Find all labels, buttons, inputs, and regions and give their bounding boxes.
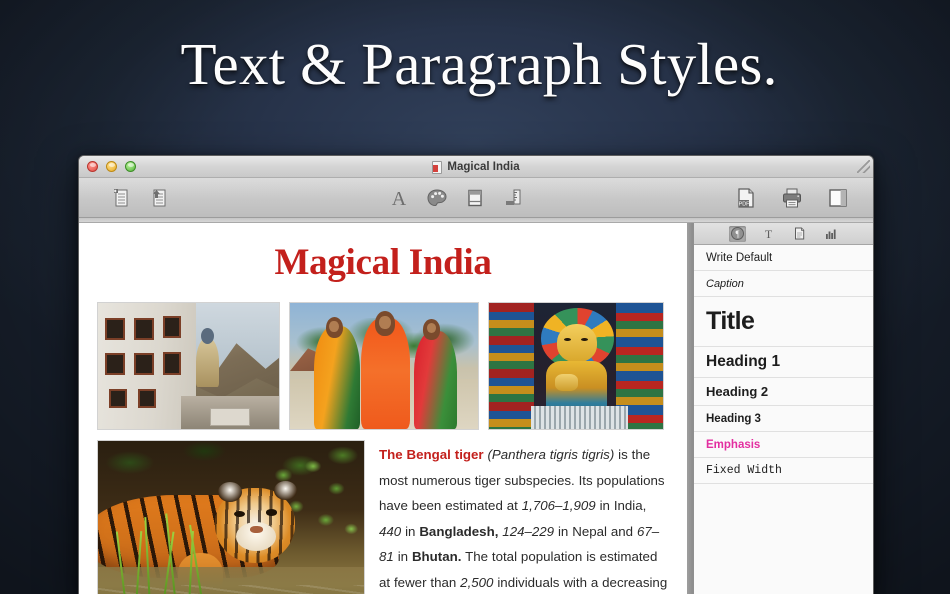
style-emphasis[interactable]: Emphasis xyxy=(694,432,873,458)
print-button[interactable] xyxy=(779,185,805,211)
resize-handle-icon[interactable] xyxy=(857,160,870,173)
tab-text[interactable]: T xyxy=(760,226,777,242)
minimize-button[interactable] xyxy=(106,161,117,172)
text-run: (Panthera tigris tigris) xyxy=(487,447,615,462)
svg-text:PDF: PDF xyxy=(739,201,750,207)
text-run: in Nepal and xyxy=(554,523,637,539)
text-run: The Bengal tiger xyxy=(379,447,484,462)
text-run: in xyxy=(393,549,412,564)
document-title: Magical India xyxy=(274,242,492,283)
style-fixed-width[interactable]: Fixed Width xyxy=(694,458,873,484)
styles-inspector-panel: ¶ T Write Default Caption Title Heading … xyxy=(693,223,873,594)
style-heading-3[interactable]: Heading 3 xyxy=(694,406,873,432)
inspector-button[interactable] xyxy=(462,185,488,211)
document-scroll-edge[interactable] xyxy=(687,223,693,594)
new-document-button[interactable] xyxy=(107,185,133,211)
tab-paragraph[interactable]: ¶ xyxy=(728,225,746,242)
text-run: in India, xyxy=(595,498,647,513)
window-controls xyxy=(87,161,136,172)
paragraph-style-list[interactable]: Write Default Caption Title Heading 1 Headin… xyxy=(694,245,873,594)
zoom-button[interactable] xyxy=(125,161,136,172)
style-heading-2[interactable]: Heading 2 xyxy=(694,378,873,406)
text-run: Bangladesh, xyxy=(419,523,499,539)
document-file-icon xyxy=(432,160,443,174)
text-run: Bhutan. xyxy=(411,549,462,564)
text-run: 440 xyxy=(379,523,402,539)
window-titlebar: Magical India xyxy=(79,156,873,178)
toolbar-right-group: PDF xyxy=(733,185,851,211)
svg-text:T: T xyxy=(764,227,772,240)
document-canvas[interactable]: Magical India The Bengal tiger (Panthera… xyxy=(79,223,693,594)
window-title: Magical India xyxy=(447,161,520,173)
text-run: 2,500 xyxy=(460,574,494,590)
toolbar-center-group: A xyxy=(386,185,526,211)
tab-statistics[interactable] xyxy=(822,226,839,242)
style-label: Emphasis xyxy=(706,438,761,451)
open-document-button[interactable] xyxy=(145,185,171,211)
ruler-button[interactable] xyxy=(500,185,526,211)
photo-monastery[interactable] xyxy=(97,302,280,430)
window-title-group: Magical India xyxy=(79,156,873,178)
document-page[interactable]: Magical India The Bengal tiger (Panthera… xyxy=(79,223,688,594)
window-content: Magical India The Bengal tiger (Panthera… xyxy=(79,223,873,594)
document-lower-row: The Bengal tiger (Panthera tigris tigris… xyxy=(97,440,669,594)
photo-women-saris[interactable] xyxy=(289,302,479,430)
style-caption[interactable]: Caption xyxy=(694,271,873,297)
style-heading-1[interactable]: Heading 1 xyxy=(694,347,873,378)
toggle-sidebar-button[interactable] xyxy=(825,185,851,211)
photo-strip xyxy=(97,302,669,430)
text-run: in xyxy=(401,523,420,539)
style-label: Title xyxy=(706,307,755,335)
document-body-text[interactable]: The Bengal tiger (Panthera tigris tigris… xyxy=(379,440,669,594)
style-label: Caption xyxy=(706,277,744,290)
toolbar-left-group xyxy=(107,185,171,211)
style-label: Heading 1 xyxy=(706,353,781,370)
colors-button[interactable] xyxy=(424,185,450,211)
style-title[interactable]: Title xyxy=(694,297,873,347)
svg-text:A: A xyxy=(392,188,407,209)
style-label: Heading 3 xyxy=(706,412,761,425)
style-label: Fixed Width xyxy=(706,464,782,477)
svg-text:¶: ¶ xyxy=(735,229,739,239)
tab-document[interactable] xyxy=(791,226,808,242)
window-toolbar: A PDF xyxy=(79,178,873,218)
inspector-tab-bar: ¶ T xyxy=(694,223,873,245)
text-run: 1,706–1,909 xyxy=(521,498,596,513)
style-label: Heading 2 xyxy=(706,384,769,399)
photo-golden-buddha[interactable] xyxy=(488,302,664,430)
export-pdf-button[interactable]: PDF xyxy=(733,185,759,211)
style-write-default[interactable]: Write Default xyxy=(694,245,873,271)
app-window: Magical India A PDF Magical India The Be… xyxy=(78,155,874,594)
close-button[interactable] xyxy=(87,161,98,172)
photo-bengal-tiger[interactable] xyxy=(97,440,365,594)
text-run: 124–229 xyxy=(502,523,555,539)
fonts-button[interactable]: A xyxy=(386,185,412,211)
page-headline: Text & Paragraph Styles. xyxy=(180,31,778,97)
style-label: Write Default xyxy=(706,251,773,264)
